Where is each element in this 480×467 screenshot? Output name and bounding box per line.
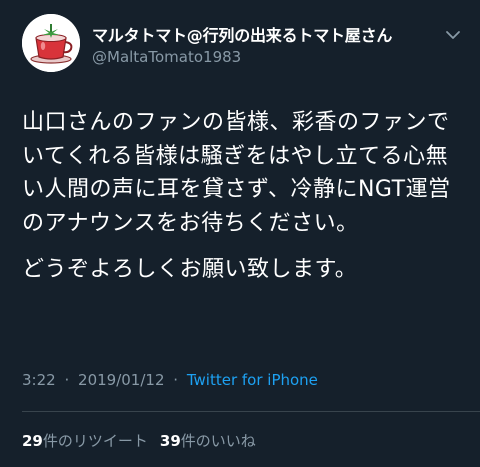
tweet-date[interactable]: 2019/01/12 (78, 371, 164, 389)
retweets-stat[interactable]: 29件のリツイート (22, 432, 148, 450)
retweets-label: 件のリツイート (42, 432, 148, 450)
tweet-text-paragraph: どうぞよろしくお願い致します。 (22, 257, 358, 282)
tweet: マルタトマト@行列の出来るトマト屋さん @MaltaTomato1983 山口さ… (0, 0, 480, 467)
author-handle[interactable]: @MaltaTomato1983 (92, 48, 241, 66)
retweets-count: 29 (22, 432, 43, 450)
meta-separator: · (173, 371, 179, 389)
tweet-time[interactable]: 3:22 (22, 371, 56, 389)
tweet-text-paragraph: 山口さんのファンの皆様、彩香のファンでいてくれる皆様は騒ぎをはやし立てる心無い人… (22, 110, 451, 236)
tweet-meta: 3:22 · 2019/01/12 · Twitter for iPhone (22, 371, 318, 389)
meta-separator: · (64, 371, 70, 389)
tomato-cafe-avatar-icon (22, 14, 80, 72)
tweet-stats: 29件のリツイート 39件のいいね (22, 430, 256, 451)
likes-count: 39 (159, 432, 181, 450)
chevron-down-icon[interactable] (444, 26, 462, 44)
likes-label: 件のいいね (180, 432, 256, 450)
tweet-text: 山口さんのファンの皆様、彩香のファンでいてくれる皆様は騒ぎをはやし立てる心無い人… (22, 106, 462, 287)
divider (22, 411, 480, 412)
tweet-source-link[interactable]: Twitter for iPhone (187, 371, 318, 389)
avatar[interactable] (22, 14, 80, 72)
likes-stat[interactable]: 39件のいいね (160, 432, 256, 450)
author-display-name[interactable]: マルタトマト@行列の出来るトマト屋さん (92, 22, 392, 46)
